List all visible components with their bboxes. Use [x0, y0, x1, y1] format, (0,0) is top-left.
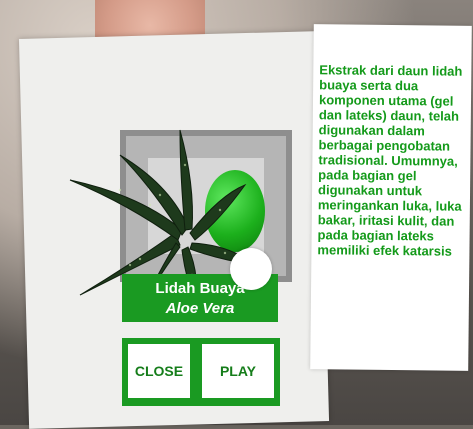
- button-group: CLOSE PLAY: [122, 338, 280, 406]
- white-circle-icon[interactable]: [230, 248, 272, 290]
- description-text: Ekstrak dari daun lidah buaya serta dua …: [317, 62, 463, 259]
- plant-latin-name: Aloe Vera: [165, 300, 235, 317]
- description-panel: Ekstrak dari daun lidah buaya serta dua …: [310, 24, 472, 371]
- close-button[interactable]: CLOSE: [128, 344, 190, 398]
- play-button[interactable]: PLAY: [202, 344, 274, 398]
